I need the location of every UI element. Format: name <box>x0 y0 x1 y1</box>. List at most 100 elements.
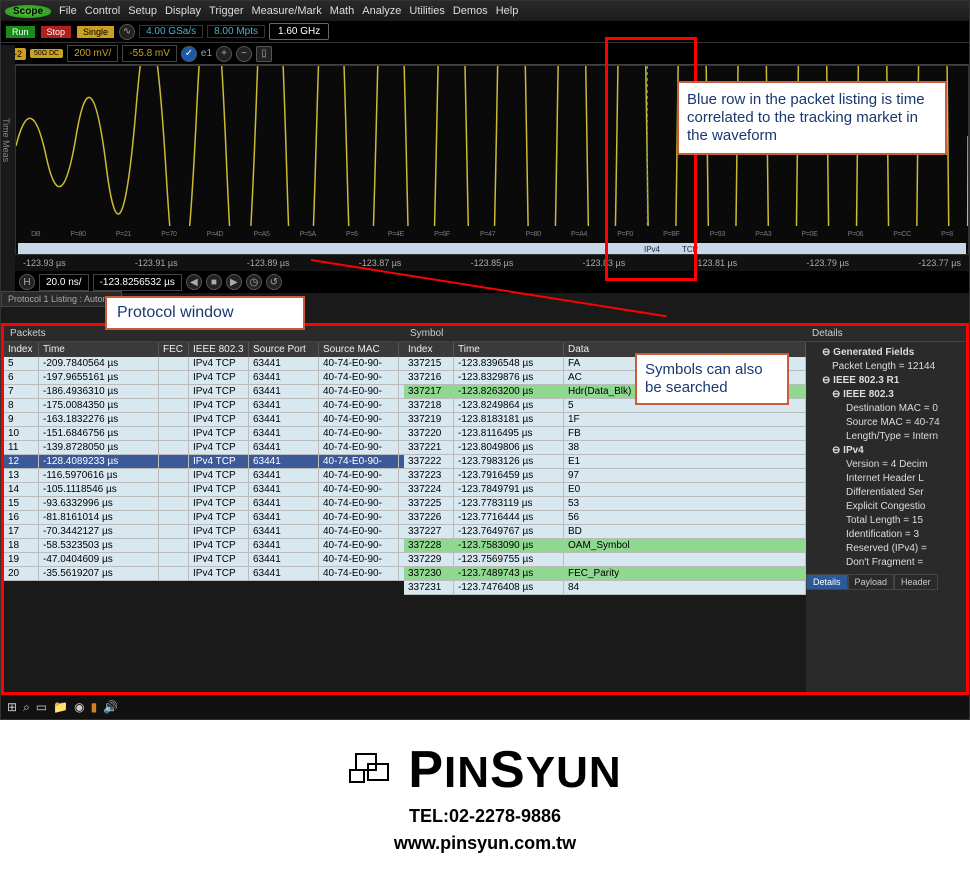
chrome-icon[interactable]: ◉ <box>74 700 84 714</box>
timebase-scale[interactable]: 20.0 ns/ <box>39 274 89 291</box>
sample-rate: 4.00 GSa/s <box>139 25 203 38</box>
stop-button[interactable]: Stop <box>40 25 73 39</box>
nav-prev-icon[interactable]: ◀ <box>186 274 202 290</box>
symbols-header: Symbol <box>404 326 806 342</box>
scope-badge: Scope <box>5 5 51 18</box>
packet-row[interactable]: 16-81.8161014 µsIPv4 TCP6344140-74-E0-90… <box>4 511 404 525</box>
memory-depth: 8.00 Mpts <box>207 25 265 38</box>
tree-reserved: Reserved (IPv4) = <box>812 542 960 556</box>
listing-tab[interactable]: Protocol 1 Listing : Automo <box>1 291 122 307</box>
tree-packet-length: Packet Length = 12144 <box>812 360 960 374</box>
symbol-row[interactable]: 337231-123.7476408 µs84 <box>404 581 806 595</box>
packets-pane: Packets Index Time FEC IEEE 802.3 Source… <box>4 326 404 692</box>
time-axis: -123.93 µs-123.91 µs-123.89 µs-123.87 µs… <box>15 255 969 271</box>
packet-row[interactable]: 17-70.3442127 µsIPv4 TCP6344140-74-E0-90… <box>4 525 404 539</box>
packet-row[interactable]: 6-197.9655161 µsIPv4 TCP6344140-74-E0-90… <box>4 371 404 385</box>
side-tabs[interactable]: Time Meas Vertical Meas <box>1 45 15 235</box>
branding: PINSYUN TEL:02-2278-9886 www.pinsyun.com… <box>0 720 970 884</box>
packets-columns: Index Time FEC IEEE 802.3 Source Port So… <box>4 342 404 357</box>
symbol-row[interactable]: 337225-123.7783119 µs53 <box>404 497 806 511</box>
packet-row[interactable]: 11-139.8728050 µsIPv4 TCP6344140-74-E0-9… <box>4 441 404 455</box>
acquisition-toolbar: Run Stop Single ∿ 4.00 GSa/s 8.00 Mpts 1… <box>1 21 969 43</box>
symbol-row[interactable]: 337227-123.7649767 µsBD <box>404 525 806 539</box>
tree-ieee[interactable]: ⊖ IEEE 802.3 <box>812 388 960 402</box>
menu-setup[interactable]: Setup <box>128 5 157 17</box>
packet-row[interactable]: 7-186.4936310 µsIPv4 TCP6344140-74-E0-90… <box>4 385 404 399</box>
menu-measure/mark[interactable]: Measure/Mark <box>251 5 321 17</box>
menu-trigger[interactable]: Trigger <box>209 5 243 17</box>
tree-ieee-r1[interactable]: ⊖ IEEE 802.3 R1 <box>812 374 960 388</box>
menu-help[interactable]: Help <box>496 5 519 17</box>
menu-analyze[interactable]: Analyze <box>362 5 401 17</box>
packet-row[interactable]: 14-105.1118546 µsIPv4 TCP6344140-74-E0-9… <box>4 483 404 497</box>
tree-total-length: Total Length = 15 <box>812 514 960 528</box>
tab-header[interactable]: Header <box>894 574 938 590</box>
menu-display[interactable]: Display <box>165 5 201 17</box>
tree-ihl: Internet Header L <box>812 472 960 486</box>
packet-row[interactable]: 9-163.1832276 µsIPv4 TCP6344140-74-E0-90… <box>4 413 404 427</box>
nav-next-icon[interactable]: ▶ <box>226 274 242 290</box>
tree-ecn: Explicit Congestio <box>812 500 960 514</box>
side-tab-time[interactable]: Time Meas <box>1 49 11 231</box>
settings-icon[interactable]: ▯ <box>256 46 272 62</box>
brand-url: www.pinsyun.com.tw <box>0 833 970 854</box>
packet-row[interactable]: 10-151.6846756 µsIPv4 TCP6344140-74-E0-9… <box>4 427 404 441</box>
menu-utilities[interactable]: Utilities <box>409 5 444 17</box>
remove-channel-icon[interactable]: − <box>236 46 252 62</box>
symbol-row[interactable]: 337224-123.7849791 µsE0 <box>404 483 806 497</box>
nav-stop-icon[interactable]: ■ <box>206 274 222 290</box>
packet-row[interactable]: 12-128.4089233 µsIPv4 TCP6344140-74-E0-9… <box>4 455 404 469</box>
enable-icon[interactable]: ✓ <box>181 46 197 62</box>
single-button[interactable]: Single <box>76 25 115 39</box>
packet-row[interactable]: 13-116.5970616 µsIPv4 TCP6344140-74-E0-9… <box>4 469 404 483</box>
tree-version: Version = 4 Decim <box>812 458 960 472</box>
folder-icon[interactable]: 📁 <box>53 700 68 714</box>
app-icon[interactable]: ▮ <box>91 700 98 714</box>
menu-control[interactable]: Control <box>85 5 120 17</box>
menu-demos[interactable]: Demos <box>453 5 488 17</box>
tree-length-type: Length/Type = Intern <box>812 430 960 444</box>
symbol-row[interactable]: 337219-123.8183181 µs1F <box>404 413 806 427</box>
reset-icon[interactable]: ↺ <box>266 274 282 290</box>
packet-row[interactable]: 19-47.0404609 µsIPv4 TCP6344140-74-E0-90… <box>4 553 404 567</box>
brand-tel: TEL:02-2278-9886 <box>0 806 970 827</box>
taskbar: ⊞ ⌕ ▭ 📁 ◉ ▮ 🔊 <box>1 695 969 719</box>
details-tabs: Details Payload Header <box>806 574 966 590</box>
symbol-row[interactable]: 337222-123.7983126 µsE1 <box>404 455 806 469</box>
vertical-scale[interactable]: 200 mV/ <box>67 45 118 62</box>
symbol-row[interactable]: 337223-123.7916459 µs97 <box>404 469 806 483</box>
taskview-icon[interactable]: ▭ <box>36 700 47 714</box>
proto-band-right: TCP <box>682 245 698 254</box>
tab-payload[interactable]: Payload <box>848 574 895 590</box>
menu-file[interactable]: File <box>59 5 77 17</box>
horizontal-icon[interactable]: H <box>19 274 35 290</box>
packet-row[interactable]: 5-209.7840564 µsIPv4 TCP6344140-74-E0-90… <box>4 357 404 371</box>
menu-math[interactable]: Math <box>330 5 354 17</box>
tree-ipv4[interactable]: ⊖ IPv4 <box>812 444 960 458</box>
vertical-offset[interactable]: -55.8 mV <box>122 45 177 62</box>
scope-taskbar-icon[interactable]: 🔊 <box>103 700 118 714</box>
packet-row[interactable]: 8-175.0084350 µsIPv4 TCP6344140-74-E0-90… <box>4 399 404 413</box>
symbol-row[interactable]: 337226-123.7716444 µs56 <box>404 511 806 525</box>
coupling-badge: 50Ω DC <box>30 49 63 58</box>
symbol-row[interactable]: 337228-123.7583090 µsOAM_Symbol <box>404 539 806 553</box>
clock-icon[interactable]: ◷ <box>246 274 262 290</box>
packet-row[interactable]: 18-58.5323503 µsIPv4 TCP6344140-74-E0-90… <box>4 539 404 553</box>
start-icon[interactable]: ⊞ <box>7 700 17 714</box>
waveform-icon[interactable]: ∿ <box>119 24 135 40</box>
bandwidth[interactable]: 1.60 GHz <box>269 23 329 40</box>
timebase-position[interactable]: -123.8256532 µs <box>93 274 182 291</box>
symbol-row[interactable]: 337230-123.7489743 µsFEC_Parity <box>404 567 806 581</box>
symbol-row[interactable]: 337220-123.8116495 µsFB <box>404 427 806 441</box>
menubar: Scope File Control Setup Display Trigger Meas… <box>1 1 969 21</box>
tab-details[interactable]: Details <box>806 574 848 590</box>
logo-icon <box>348 748 408 792</box>
packet-row[interactable]: 15-93.6332996 µsIPv4 TCP6344140-74-E0-90… <box>4 497 404 511</box>
tree-generated[interactable]: ⊖ Generated Fields <box>812 346 960 360</box>
packet-row[interactable]: 20-35.5619207 µsIPv4 TCP6344140-74-E0-90… <box>4 567 404 581</box>
add-channel-icon[interactable]: + <box>216 46 232 62</box>
symbol-row[interactable]: 337221-123.8049806 µs38 <box>404 441 806 455</box>
symbol-row[interactable]: 337229-123.7569755 µs <box>404 553 806 567</box>
search-icon[interactable]: ⌕ <box>23 700 30 715</box>
run-button[interactable]: Run <box>5 25 36 39</box>
